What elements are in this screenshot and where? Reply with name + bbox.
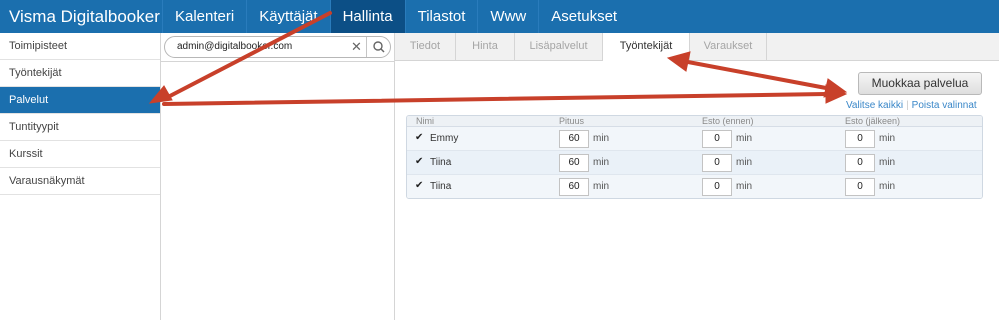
- header-pituus: Pituus: [559, 116, 585, 126]
- link-separator: |: [906, 100, 909, 111]
- buffer-after-input[interactable]: 0: [845, 154, 875, 172]
- sidebar-item-tuntityypit[interactable]: Tuntityypit: [0, 114, 160, 141]
- row-checkbox[interactable]: ✔: [415, 133, 425, 143]
- nav-kalenteri[interactable]: Kalenteri: [162, 0, 246, 33]
- edit-service-button[interactable]: Muokkaa palvelua: [858, 72, 982, 95]
- deselect-all-link[interactable]: Poista valinnat: [912, 100, 977, 111]
- table-row: ✔ Tiina 60 min 0 min 0 min: [407, 175, 982, 198]
- employee-name: Tiina: [430, 157, 452, 168]
- nav-www[interactable]: Www: [477, 0, 538, 33]
- search-value: admin@digitalbooker.com: [177, 41, 293, 52]
- unit-label: min: [736, 133, 753, 144]
- sidebar: Toimipisteet Työntekijät Palvelut Tuntit…: [0, 33, 161, 320]
- nav-hallinta[interactable]: Hallinta: [329, 0, 405, 33]
- row-checkbox[interactable]: ✔: [415, 181, 425, 191]
- header-nimi: Nimi: [416, 116, 434, 126]
- unit-label: min: [879, 181, 896, 192]
- sidebar-item-palvelut[interactable]: Palvelut: [0, 87, 160, 114]
- employee-name: Emmy: [430, 133, 459, 144]
- sidebar-item-tyontekijat[interactable]: Työntekijät: [0, 60, 160, 87]
- table-header: Nimi Pituus Esto (ennen) Esto (jälkeen): [407, 116, 982, 127]
- unit-label: min: [593, 157, 610, 168]
- row-checkbox[interactable]: ✔: [415, 157, 425, 167]
- nav-kayttajat[interactable]: Käyttäjät: [246, 0, 329, 33]
- sidebar-item-kurssit[interactable]: Kurssit: [0, 141, 160, 168]
- top-nav-bar: Visma Digitalbooker Kalenteri Käyttäjät …: [0, 0, 999, 33]
- close-icon[interactable]: ✕: [351, 39, 362, 55]
- tab-hinta[interactable]: Hinta: [456, 33, 515, 60]
- buffer-before-input[interactable]: 0: [702, 154, 732, 172]
- divider: [161, 61, 394, 62]
- length-input[interactable]: 60: [559, 154, 589, 172]
- search-icon[interactable]: [366, 37, 391, 57]
- unit-label: min: [879, 133, 896, 144]
- select-all-link[interactable]: Valitse kaikki: [846, 100, 903, 111]
- table-row: ✔ Tiina 60 min 0 min 0 min: [407, 151, 982, 175]
- table-row: ✔ Emmy 60 min 0 min 0 min: [407, 127, 982, 151]
- nav-tilastot[interactable]: Tilastot: [404, 0, 478, 33]
- tab-tiedot[interactable]: Tiedot: [395, 33, 456, 60]
- sidebar-item-varausnakymat[interactable]: Varausnäkymät: [0, 168, 160, 195]
- service-detail-panel: Tiedot Hinta Lisäpalvelut Työntekijät Va…: [395, 33, 999, 320]
- sidebar-item-toimipisteet[interactable]: Toimipisteet: [0, 33, 160, 60]
- service-list-column: admin@digitalbooker.com ✕: [161, 33, 395, 320]
- employee-table: Nimi Pituus Esto (ennen) Esto (jälkeen) …: [406, 115, 983, 199]
- selection-links: Valitse kaikki | Poista valinnat: [846, 100, 977, 111]
- tab-tyontekijat[interactable]: Työntekijät: [603, 33, 690, 61]
- search-input[interactable]: admin@digitalbooker.com ✕: [164, 36, 391, 58]
- unit-label: min: [593, 181, 610, 192]
- buffer-before-input[interactable]: 0: [702, 130, 732, 148]
- length-input[interactable]: 60: [559, 178, 589, 196]
- tab-bar: Tiedot Hinta Lisäpalvelut Työntekijät Va…: [395, 33, 999, 61]
- unit-label: min: [736, 157, 753, 168]
- nav-asetukset[interactable]: Asetukset: [538, 0, 629, 33]
- buffer-before-input[interactable]: 0: [702, 178, 732, 196]
- buffer-after-input[interactable]: 0: [845, 178, 875, 196]
- buffer-after-input[interactable]: 0: [845, 130, 875, 148]
- tab-lisapalvelut[interactable]: Lisäpalvelut: [515, 33, 603, 60]
- header-esto-jalkeen: Esto (jälkeen): [845, 116, 901, 126]
- length-input[interactable]: 60: [559, 130, 589, 148]
- unit-label: min: [879, 157, 896, 168]
- employee-name: Tiina: [430, 181, 452, 192]
- app-title: Visma Digitalbooker: [9, 7, 160, 26]
- tab-varaukset[interactable]: Varaukset: [690, 33, 767, 60]
- unit-label: min: [593, 133, 610, 144]
- header-esto-ennen: Esto (ennen): [702, 116, 754, 126]
- unit-label: min: [736, 181, 753, 192]
